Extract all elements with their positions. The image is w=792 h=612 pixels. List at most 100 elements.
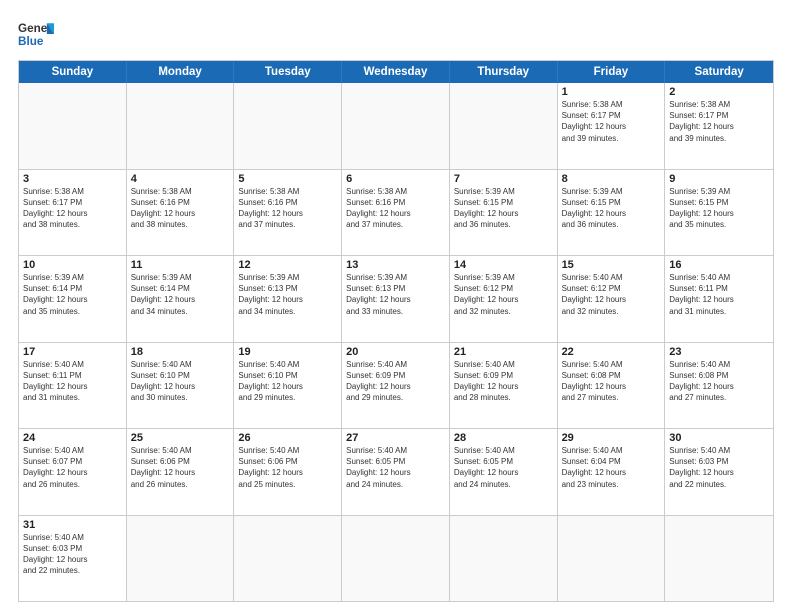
day-number: 27 [346,432,445,444]
day-number: 19 [238,346,337,358]
weekday-header: Sunday [19,61,127,83]
day-number: 2 [669,86,769,98]
day-number: 5 [238,173,337,185]
weekday-header: Thursday [450,61,558,83]
calendar-cell: 9Sunrise: 5:39 AM Sunset: 6:15 PM Daylig… [665,170,773,256]
calendar-cell [234,516,342,602]
day-info: Sunrise: 5:40 AM Sunset: 6:06 PM Dayligh… [238,445,337,490]
day-number: 12 [238,259,337,271]
day-number: 25 [131,432,230,444]
calendar-cell: 25Sunrise: 5:40 AM Sunset: 6:06 PM Dayli… [127,429,235,515]
day-number: 7 [454,173,553,185]
calendar-cell: 27Sunrise: 5:40 AM Sunset: 6:05 PM Dayli… [342,429,450,515]
day-info: Sunrise: 5:40 AM Sunset: 6:11 PM Dayligh… [669,272,769,317]
calendar-cell: 2Sunrise: 5:38 AM Sunset: 6:17 PM Daylig… [665,83,773,169]
day-number: 24 [23,432,122,444]
weekday-header: Saturday [665,61,773,83]
calendar-cell: 6Sunrise: 5:38 AM Sunset: 6:16 PM Daylig… [342,170,450,256]
calendar-cell: 5Sunrise: 5:38 AM Sunset: 6:16 PM Daylig… [234,170,342,256]
calendar-cell: 31Sunrise: 5:40 AM Sunset: 6:03 PM Dayli… [19,516,127,602]
calendar-header: SundayMondayTuesdayWednesdayThursdayFrid… [19,61,773,83]
day-info: Sunrise: 5:40 AM Sunset: 6:10 PM Dayligh… [238,359,337,404]
calendar-row: 24Sunrise: 5:40 AM Sunset: 6:07 PM Dayli… [19,428,773,515]
day-info: Sunrise: 5:39 AM Sunset: 6:15 PM Dayligh… [562,186,661,231]
svg-text:Blue: Blue [18,35,44,48]
logo: General Blue [18,16,54,52]
calendar-cell: 13Sunrise: 5:39 AM Sunset: 6:13 PM Dayli… [342,256,450,342]
day-number: 13 [346,259,445,271]
day-number: 1 [562,86,661,98]
calendar-cell: 20Sunrise: 5:40 AM Sunset: 6:09 PM Dayli… [342,343,450,429]
calendar-cell: 8Sunrise: 5:39 AM Sunset: 6:15 PM Daylig… [558,170,666,256]
calendar-cell: 15Sunrise: 5:40 AM Sunset: 6:12 PM Dayli… [558,256,666,342]
day-info: Sunrise: 5:40 AM Sunset: 6:04 PM Dayligh… [562,445,661,490]
day-number: 15 [562,259,661,271]
day-number: 3 [23,173,122,185]
day-info: Sunrise: 5:40 AM Sunset: 6:07 PM Dayligh… [23,445,122,490]
day-info: Sunrise: 5:39 AM Sunset: 6:13 PM Dayligh… [346,272,445,317]
calendar-cell [342,83,450,169]
day-number: 31 [23,519,122,531]
day-info: Sunrise: 5:38 AM Sunset: 6:16 PM Dayligh… [238,186,337,231]
day-info: Sunrise: 5:39 AM Sunset: 6:15 PM Dayligh… [669,186,769,231]
day-number: 11 [131,259,230,271]
calendar-cell: 30Sunrise: 5:40 AM Sunset: 6:03 PM Dayli… [665,429,773,515]
calendar-cell: 14Sunrise: 5:39 AM Sunset: 6:12 PM Dayli… [450,256,558,342]
calendar-cell: 18Sunrise: 5:40 AM Sunset: 6:10 PM Dayli… [127,343,235,429]
day-info: Sunrise: 5:40 AM Sunset: 6:08 PM Dayligh… [669,359,769,404]
day-info: Sunrise: 5:38 AM Sunset: 6:17 PM Dayligh… [23,186,122,231]
calendar-cell: 10Sunrise: 5:39 AM Sunset: 6:14 PM Dayli… [19,256,127,342]
calendar-cell: 12Sunrise: 5:39 AM Sunset: 6:13 PM Dayli… [234,256,342,342]
day-number: 8 [562,173,661,185]
weekday-header: Tuesday [234,61,342,83]
calendar-cell: 22Sunrise: 5:40 AM Sunset: 6:08 PM Dayli… [558,343,666,429]
day-info: Sunrise: 5:38 AM Sunset: 6:16 PM Dayligh… [346,186,445,231]
day-info: Sunrise: 5:40 AM Sunset: 6:09 PM Dayligh… [454,359,553,404]
day-number: 9 [669,173,769,185]
day-number: 28 [454,432,553,444]
day-info: Sunrise: 5:40 AM Sunset: 6:08 PM Dayligh… [562,359,661,404]
day-info: Sunrise: 5:39 AM Sunset: 6:15 PM Dayligh… [454,186,553,231]
calendar-cell: 16Sunrise: 5:40 AM Sunset: 6:11 PM Dayli… [665,256,773,342]
day-number: 4 [131,173,230,185]
calendar-cell: 29Sunrise: 5:40 AM Sunset: 6:04 PM Dayli… [558,429,666,515]
day-info: Sunrise: 5:40 AM Sunset: 6:05 PM Dayligh… [454,445,553,490]
day-number: 18 [131,346,230,358]
calendar-cell [665,516,773,602]
day-info: Sunrise: 5:40 AM Sunset: 6:09 PM Dayligh… [346,359,445,404]
page: General Blue SundayMondayTuesdayWednesda… [0,0,792,612]
calendar-row: 31Sunrise: 5:40 AM Sunset: 6:03 PM Dayli… [19,515,773,602]
calendar-cell [450,83,558,169]
calendar-cell [19,83,127,169]
day-info: Sunrise: 5:39 AM Sunset: 6:14 PM Dayligh… [23,272,122,317]
calendar-cell: 28Sunrise: 5:40 AM Sunset: 6:05 PM Dayli… [450,429,558,515]
calendar-cell: 19Sunrise: 5:40 AM Sunset: 6:10 PM Dayli… [234,343,342,429]
calendar: SundayMondayTuesdayWednesdayThursdayFrid… [18,60,774,602]
day-info: Sunrise: 5:38 AM Sunset: 6:17 PM Dayligh… [669,99,769,144]
calendar-cell: 1Sunrise: 5:38 AM Sunset: 6:17 PM Daylig… [558,83,666,169]
calendar-cell [450,516,558,602]
day-info: Sunrise: 5:40 AM Sunset: 6:05 PM Dayligh… [346,445,445,490]
header: General Blue [18,16,774,52]
calendar-cell [558,516,666,602]
day-info: Sunrise: 5:38 AM Sunset: 6:16 PM Dayligh… [131,186,230,231]
weekday-header: Wednesday [342,61,450,83]
calendar-cell: 26Sunrise: 5:40 AM Sunset: 6:06 PM Dayli… [234,429,342,515]
day-number: 29 [562,432,661,444]
day-info: Sunrise: 5:39 AM Sunset: 6:13 PM Dayligh… [238,272,337,317]
calendar-cell: 3Sunrise: 5:38 AM Sunset: 6:17 PM Daylig… [19,170,127,256]
calendar-cell: 17Sunrise: 5:40 AM Sunset: 6:11 PM Dayli… [19,343,127,429]
calendar-cell: 21Sunrise: 5:40 AM Sunset: 6:09 PM Dayli… [450,343,558,429]
day-info: Sunrise: 5:39 AM Sunset: 6:14 PM Dayligh… [131,272,230,317]
calendar-row: 10Sunrise: 5:39 AM Sunset: 6:14 PM Dayli… [19,255,773,342]
day-info: Sunrise: 5:40 AM Sunset: 6:03 PM Dayligh… [23,532,122,577]
calendar-cell [234,83,342,169]
day-info: Sunrise: 5:40 AM Sunset: 6:06 PM Dayligh… [131,445,230,490]
day-info: Sunrise: 5:39 AM Sunset: 6:12 PM Dayligh… [454,272,553,317]
day-number: 16 [669,259,769,271]
day-info: Sunrise: 5:40 AM Sunset: 6:03 PM Dayligh… [669,445,769,490]
calendar-cell: 23Sunrise: 5:40 AM Sunset: 6:08 PM Dayli… [665,343,773,429]
day-info: Sunrise: 5:40 AM Sunset: 6:10 PM Dayligh… [131,359,230,404]
day-info: Sunrise: 5:38 AM Sunset: 6:17 PM Dayligh… [562,99,661,144]
day-number: 6 [346,173,445,185]
